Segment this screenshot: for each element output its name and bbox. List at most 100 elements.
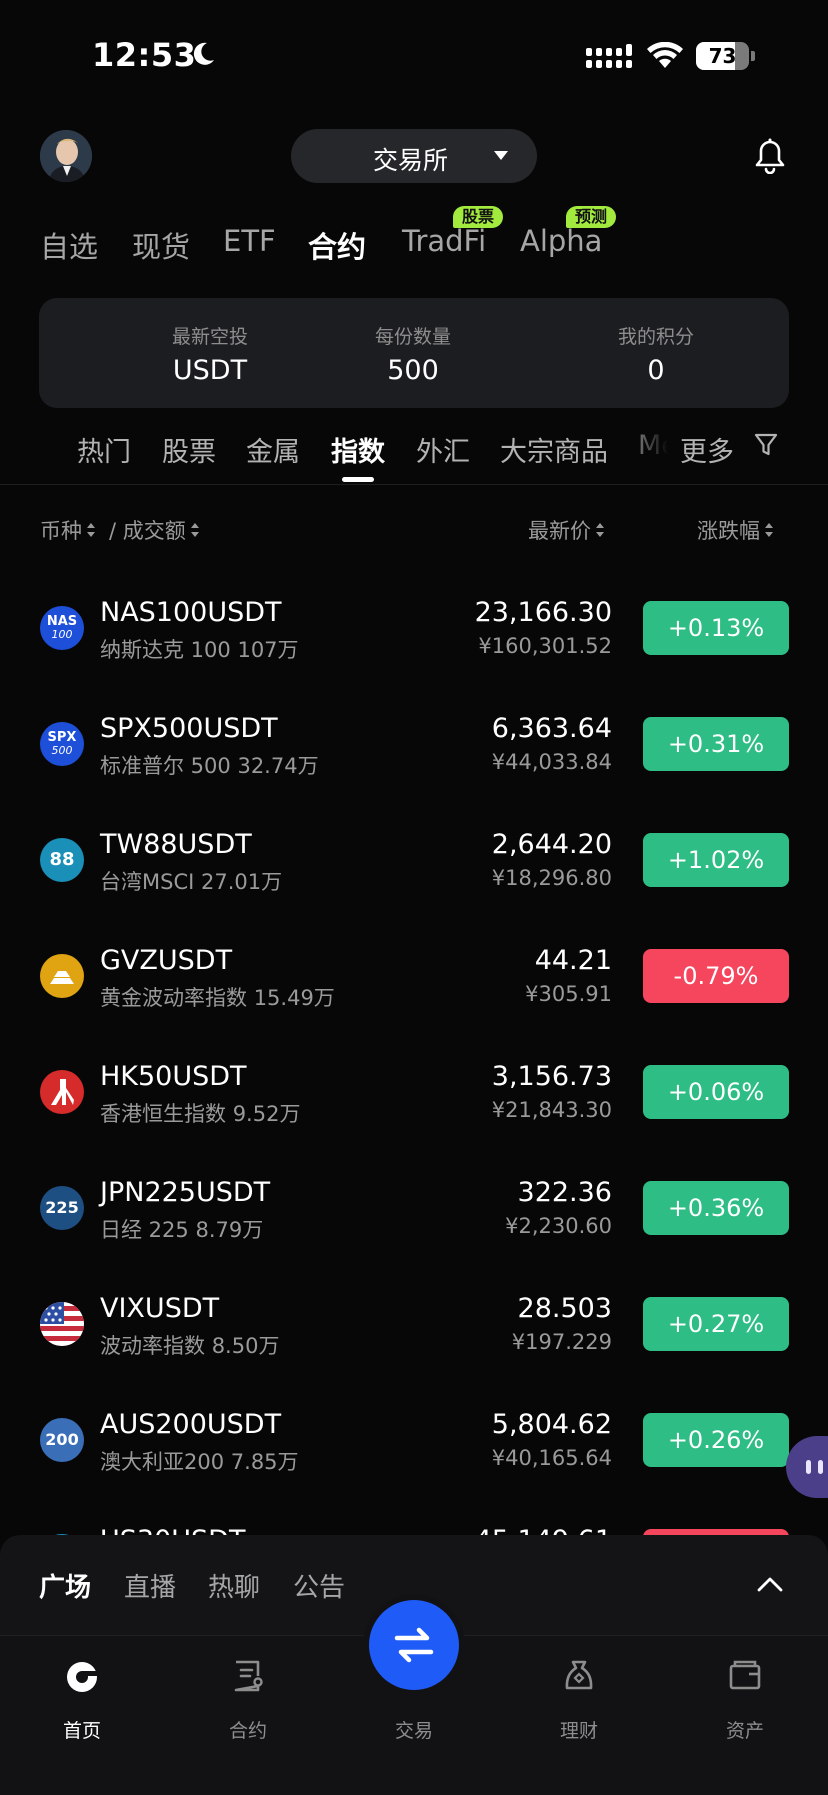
price-cny: ¥305.91 — [525, 982, 612, 1006]
market-row[interactable]: 200 AUS200USDT 澳大利亚200 7.85万 5,804.62 ¥40,16… — [0, 1382, 828, 1498]
change-badge: +0.06% — [643, 1065, 789, 1119]
price-header-label: 最新价 — [528, 519, 591, 543]
turnover: 32.74万 — [237, 754, 319, 778]
market-row[interactable]: SPX 500 SPX500USDT 标准普尔 500 32.74万 6,363.64 ¥… — [0, 686, 828, 802]
wifi-icon — [647, 42, 683, 68]
price-cny: ¥21,843.30 — [491, 1098, 612, 1122]
turnover: 8.79万 — [195, 1218, 264, 1242]
community-tab-announcements[interactable]: 公告 — [293, 1567, 345, 1604]
per-share-value: 500 — [387, 355, 439, 386]
change-badge: +0.27% — [643, 1297, 789, 1351]
cat-tab-forex[interactable]: 外汇 — [416, 430, 470, 469]
symbol-name: SPX500USDT — [100, 713, 278, 744]
exchange-selector[interactable]: 交易所 — [291, 129, 537, 183]
futures-icon — [234, 1660, 263, 1692]
community-tab-live[interactable]: 直播 — [124, 1567, 176, 1604]
last-price: 6,363.64 — [491, 713, 612, 744]
per-share-amount: 每份数量 500 — [313, 322, 513, 386]
cat-tab-indices[interactable]: 指数 — [331, 430, 385, 469]
airdrop-card[interactable]: 最新空投 USDT 每份数量 500 我的积分 0 — [39, 298, 789, 408]
index-name: 香港恒生指数 — [100, 1102, 226, 1126]
nav-assets-label: 资产 — [725, 1720, 764, 1742]
chevron-up-icon[interactable] — [756, 1575, 784, 1593]
symbol-name: TW88USDT — [100, 829, 252, 860]
sort-by-price[interactable]: 最新价 — [528, 515, 605, 545]
change-badge: +0.26% — [643, 1413, 789, 1467]
tabs-fade-left — [0, 425, 60, 481]
tab-tradfi[interactable]: TradFi — [402, 224, 486, 258]
sort-icon — [596, 523, 604, 537]
tab-spot[interactable]: 现货 — [132, 224, 190, 266]
my-points-value: 0 — [647, 355, 665, 386]
market-row[interactable]: VIXUSDT 波动率指数 8.50万 28.503 ¥197.229 +0.27% — [0, 1266, 828, 1382]
community-tab-chat[interactable]: 热聊 — [208, 1567, 260, 1604]
home-icon — [67, 1662, 98, 1692]
alpha-badge: 预测 — [566, 206, 617, 228]
cat-tab-metals[interactable]: 金属 — [246, 430, 300, 469]
battery-icon: 73 — [696, 42, 755, 70]
caret-down-icon — [494, 151, 508, 160]
community-tab-square[interactable]: 广场 — [39, 1567, 91, 1604]
bell-icon[interactable] — [754, 138, 786, 174]
sort-by-coin[interactable]: 币种 — [40, 515, 96, 545]
index-name: 标准普尔 500 — [100, 754, 231, 778]
earn-icon — [565, 1660, 593, 1690]
filter-icon[interactable] — [754, 432, 778, 458]
latest-airdrop: 最新空投 USDT — [110, 322, 310, 386]
nav-earn[interactable]: 理财 — [519, 1636, 639, 1766]
symbol-name: HK50USDT — [100, 1061, 247, 1092]
last-price: 5,804.62 — [491, 1409, 612, 1440]
volume-header-label: / 成交额 — [109, 519, 186, 543]
last-price: 3,156.73 — [491, 1061, 612, 1092]
change-header-label: 涨跌幅 — [697, 519, 760, 543]
row-subtitle: 香港恒生指数 9.52万 — [100, 1098, 300, 1128]
coin-header-label: 币种 — [40, 519, 82, 543]
sort-by-volume[interactable]: / 成交额 — [109, 515, 200, 545]
avatar[interactable] — [40, 130, 92, 182]
tab-futures[interactable]: 合约 — [308, 224, 366, 266]
turnover: 7.85万 — [230, 1450, 299, 1474]
cat-tab-commodities[interactable]: 大宗商品 — [500, 430, 608, 469]
market-row[interactable]: HK50USDT 香港恒生指数 9.52万 3,156.73 ¥21,843.30 +0… — [0, 1034, 828, 1150]
latest-airdrop-value: USDT — [172, 355, 248, 386]
swap-arrows-icon — [394, 1627, 434, 1663]
index-name: 澳大利亚200 — [100, 1450, 225, 1474]
nav-home[interactable]: 首页 — [22, 1636, 142, 1766]
last-price: 2,644.20 — [491, 829, 612, 860]
trade-button[interactable] — [369, 1600, 459, 1690]
market-row[interactable]: 88 TW88USDT 台湾MSCI 27.01万 2,644.20 ¥18,296.8… — [0, 802, 828, 918]
market-row[interactable]: NAS 100 NAS100USDT 纳斯达克 100 107万 23,166.30 ¥1… — [0, 570, 828, 686]
nas-100-icon: NAS 100 — [40, 606, 84, 650]
price-cny: ¥2,230.60 — [505, 1214, 612, 1238]
change-badge: +0.13% — [643, 601, 789, 655]
nav-assets[interactable]: 资产 — [685, 1636, 805, 1766]
active-tab-indicator — [342, 477, 374, 482]
category-tabs: 热门 股票 金属 指数 外汇 大宗商品 Me 更多 — [0, 425, 828, 485]
gold-bars-icon — [40, 954, 84, 998]
market-row[interactable]: 225 JPN225USDT 日经 225 8.79万 322.36 ¥2,230.60… — [0, 1150, 828, 1266]
price-cny: ¥40,165.64 — [491, 1446, 612, 1470]
tab-etf[interactable]: ETF — [223, 224, 276, 258]
sort-by-change[interactable]: 涨跌幅 — [697, 515, 774, 545]
price-cny: ¥18,296.80 — [491, 866, 612, 890]
tab-alpha[interactable]: Alpha — [520, 224, 602, 258]
sort-icon — [765, 523, 773, 537]
moon-icon — [193, 42, 214, 65]
cat-tab-hot[interactable]: 热门 — [77, 430, 131, 469]
wallet-icon — [729, 1660, 761, 1690]
index-name: 黄金波动率指数 — [100, 986, 247, 1010]
tab-watchlist[interactable]: 自选 — [40, 224, 98, 266]
price-cny: ¥44,033.84 — [491, 750, 612, 774]
market-row[interactable]: GVZUSDT 黄金波动率指数 15.49万 44.21 ¥305.91 -0.79% — [0, 918, 828, 1034]
nav-futures[interactable]: 合约 — [188, 1636, 308, 1766]
more-categories-button[interactable]: 更多 — [680, 430, 734, 469]
row-subtitle: 日经 225 8.79万 — [100, 1214, 263, 1244]
cat-tab-stocks[interactable]: 股票 — [162, 430, 216, 469]
symbol-name: GVZUSDT — [100, 945, 233, 976]
spx-500-icon: SPX 500 — [40, 722, 84, 766]
tradfi-badge: 股票 — [453, 206, 504, 228]
cellular-signal-icon — [586, 44, 632, 68]
row-subtitle: 台湾MSCI 27.01万 — [100, 866, 282, 896]
last-price: 23,166.30 — [474, 597, 612, 628]
us-flag-icon — [40, 1302, 84, 1346]
